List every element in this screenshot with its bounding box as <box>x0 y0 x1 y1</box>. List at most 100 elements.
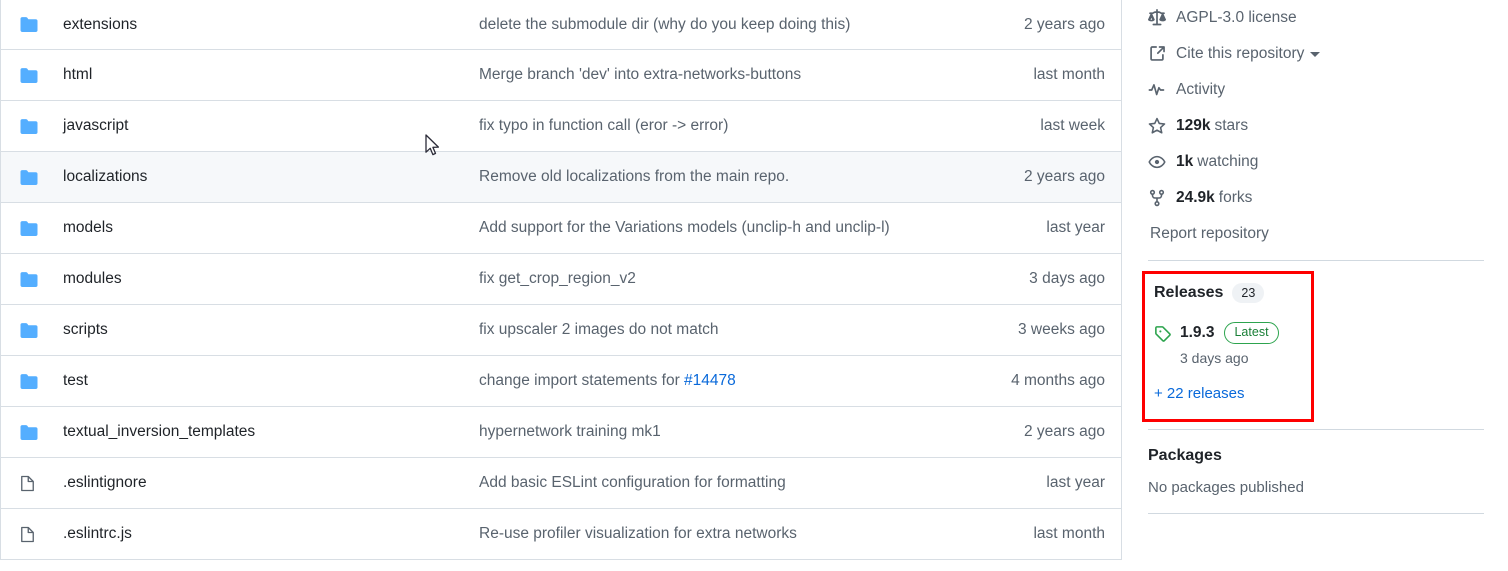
file-listing-table: extensions delete the submodule dir (why … <box>0 0 1122 560</box>
folder-name-link[interactable]: localizations <box>53 168 479 186</box>
repository-content: extensions delete the submodule dir (why … <box>0 0 1508 571</box>
table-row[interactable]: models Add support for the Variations mod… <box>1 203 1121 254</box>
eye-icon <box>1148 153 1176 171</box>
table-row[interactable]: .eslintrc.js Re-use profiler visualizatio… <box>1 509 1121 560</box>
file-name-link[interactable]: .eslintrc.js <box>53 525 479 543</box>
tag-icon <box>1154 325 1180 342</box>
folder-icon <box>1 67 53 84</box>
about-section-list: AGPL-3.0 license Cite this repository Acti… <box>1148 0 1484 216</box>
releases-heading[interactable]: Releases 23 <box>1154 283 1484 303</box>
folder-name-link[interactable]: extensions <box>53 16 479 34</box>
table-row[interactable]: textual_inversion_templates hypernetwork … <box>1 407 1121 458</box>
commit-message[interactable]: fix get_crop_region_v2 <box>479 270 945 288</box>
table-row[interactable]: modules fix get_crop_region_v2 3 days ago <box>1 254 1121 305</box>
packages-section: Packages No packages published <box>1148 447 1484 496</box>
about-item-label: AGPL-3.0 license <box>1176 9 1297 26</box>
commit-message-text: change import statements for <box>479 372 685 389</box>
release-version: 1.9.3 <box>1180 324 1215 341</box>
cite-quote-icon <box>1148 45 1176 63</box>
packages-empty-text: No packages published <box>1148 479 1304 496</box>
more-releases-link[interactable]: + 22 releases <box>1154 385 1484 402</box>
sidebar-divider-packages <box>1148 429 1484 430</box>
file-icon <box>1 525 53 544</box>
table-row[interactable]: test change import statements for #14478 4… <box>1 356 1121 407</box>
folder-icon <box>1 322 53 339</box>
chevron-down-icon[interactable] <box>1310 51 1321 57</box>
activity-pulse-icon <box>1148 81 1176 99</box>
folder-icon <box>1 16 53 33</box>
folder-icon <box>1 424 53 441</box>
commit-message[interactable]: Re-use profiler visualization for extra … <box>479 525 945 543</box>
releases-section: Releases 23 1.9.3 Latest 3 days ago + 22… <box>1142 271 1484 422</box>
about-item-label: watching <box>1197 153 1259 170</box>
about-item-activity-pulse[interactable]: Activity <box>1148 72 1484 108</box>
table-row[interactable]: .eslintignore Add basic ESLint configurat… <box>1 458 1121 509</box>
about-item-label: stars <box>1214 117 1249 134</box>
about-item-count: 129k <box>1176 117 1211 134</box>
releases-title: Releases <box>1154 284 1224 301</box>
sidebar-divider-bottom <box>1148 513 1484 514</box>
table-row[interactable]: javascript fix typo in function call (ero… <box>1 101 1121 152</box>
issue-reference-link[interactable]: #14478 <box>684 372 736 389</box>
packages-heading[interactable]: Packages <box>1148 447 1484 465</box>
commit-time: 3 weeks ago <box>1017 321 1105 338</box>
about-item-cite-quote[interactable]: Cite this repository <box>1148 36 1484 72</box>
about-item-eye[interactable]: 1k watching <box>1148 144 1484 180</box>
commit-time: 4 months ago <box>1011 372 1105 389</box>
about-item-label: Cite this repository <box>1176 45 1305 62</box>
folder-icon <box>1 271 53 288</box>
commit-message[interactable]: fix typo in function call (eror -> error… <box>479 117 945 135</box>
commit-message[interactable]: delete the submodule dir (why do you kee… <box>479 16 945 34</box>
about-item-label: Activity <box>1176 81 1226 98</box>
commit-message[interactable]: Merge branch 'dev' into extra-networks-b… <box>479 66 945 84</box>
commit-time: 3 days ago <box>1029 270 1105 287</box>
table-row[interactable]: localizations Remove old localizations fr… <box>1 152 1121 203</box>
commit-message[interactable]: change import statements for #14478 <box>479 372 945 390</box>
folder-icon <box>1 373 53 390</box>
commit-time: 2 years ago <box>1024 423 1105 440</box>
latest-release-row[interactable]: 1.9.3 Latest <box>1154 322 1484 344</box>
folder-name-link[interactable]: modules <box>53 270 479 288</box>
commit-time: 2 years ago <box>1024 168 1105 185</box>
file-icon <box>1 474 53 493</box>
about-item-count: 24.9k <box>1176 189 1215 206</box>
commit-message[interactable]: hypernetwork training mk1 <box>479 423 945 441</box>
sidebar-divider-releases <box>1148 260 1484 261</box>
table-row[interactable]: extensions delete the submodule dir (why … <box>1 0 1121 50</box>
repo-forked-icon <box>1148 189 1176 207</box>
folder-name-link[interactable]: html <box>53 66 479 84</box>
folder-name-link[interactable]: scripts <box>53 321 479 339</box>
file-name-link[interactable]: .eslintignore <box>53 474 479 492</box>
commit-time: last year <box>1046 474 1105 491</box>
folder-icon <box>1 169 53 186</box>
commit-time: last year <box>1046 219 1105 236</box>
about-item-label: forks <box>1218 189 1253 206</box>
commit-message[interactable]: Add support for the Variations models (u… <box>479 219 945 237</box>
release-date: 3 days ago <box>1180 350 1249 366</box>
commit-time: last month <box>1033 525 1105 542</box>
about-item-repo-forked[interactable]: 24.9k forks <box>1148 180 1484 216</box>
report-repository-link[interactable]: Report repository <box>1148 225 1484 243</box>
star-icon <box>1148 117 1176 135</box>
folder-name-link[interactable]: javascript <box>53 117 479 135</box>
folder-name-link[interactable]: textual_inversion_templates <box>53 423 479 441</box>
commit-time: 2 years ago <box>1024 15 1105 33</box>
folder-name-link[interactable]: models <box>53 219 479 237</box>
commit-message[interactable]: Remove old localizations from the main r… <box>479 168 945 186</box>
folder-name-link[interactable]: test <box>53 372 479 390</box>
commit-time: last month <box>1033 66 1105 83</box>
table-row[interactable]: scripts fix upscaler 2 images do not matc… <box>1 305 1121 356</box>
about-item-count: 1k <box>1176 153 1194 170</box>
law-scale-icon <box>1148 9 1176 27</box>
commit-time: last week <box>1040 117 1105 134</box>
folder-icon <box>1 220 53 237</box>
latest-release-badge: Latest <box>1224 322 1279 344</box>
folder-icon <box>1 118 53 135</box>
commit-message[interactable]: fix upscaler 2 images do not match <box>479 321 945 339</box>
commit-message[interactable]: Add basic ESLint configuration for forma… <box>479 474 945 492</box>
repository-sidebar: AGPL-3.0 license Cite this repository Acti… <box>1122 0 1508 514</box>
about-item-star[interactable]: 129k stars <box>1148 108 1484 144</box>
releases-count-badge: 23 <box>1232 283 1265 303</box>
about-item-law-scale[interactable]: AGPL-3.0 license <box>1148 0 1484 36</box>
table-row[interactable]: html Merge branch 'dev' into extra-networ… <box>1 50 1121 101</box>
